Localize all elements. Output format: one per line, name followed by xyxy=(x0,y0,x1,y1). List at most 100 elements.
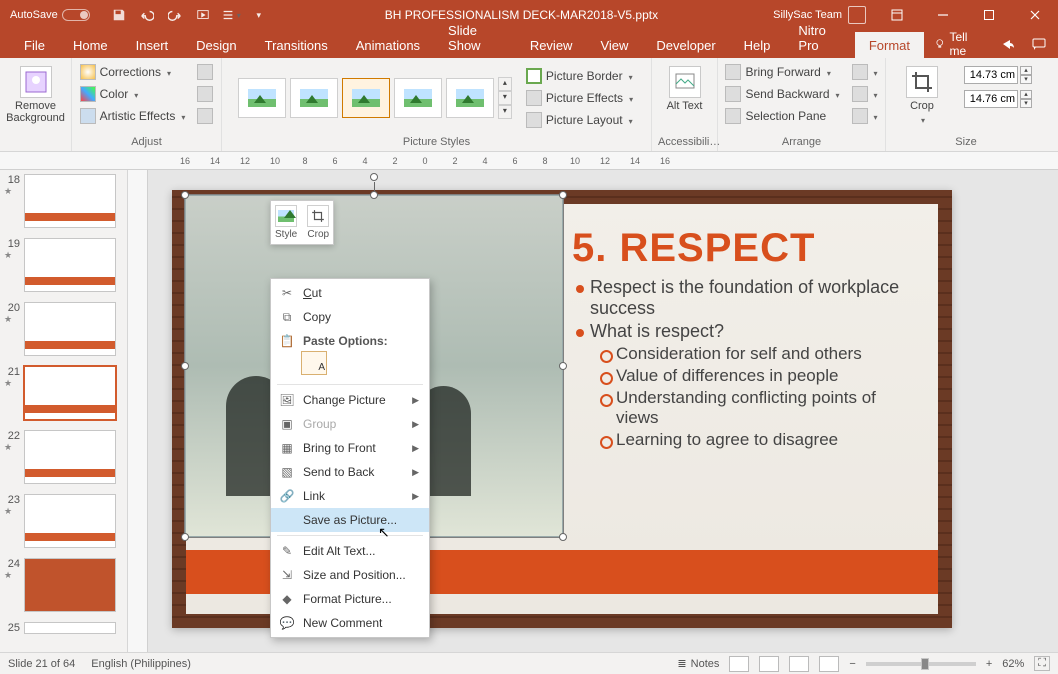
picture-border-button[interactable]: Picture Border xyxy=(522,66,637,86)
tab-review[interactable]: Review xyxy=(516,32,587,58)
ctx-size-and-position[interactable]: ⇲Size and Position... xyxy=(271,563,429,587)
view-reading-button[interactable] xyxy=(789,656,809,672)
corrections-button[interactable]: Corrections xyxy=(76,62,190,82)
autosave-toggle[interactable]: AutoSave xyxy=(0,9,100,21)
tab-design[interactable]: Design xyxy=(182,32,250,58)
maximize-button[interactable] xyxy=(966,0,1012,30)
send-backward-button[interactable]: Send Backward xyxy=(721,84,843,104)
view-sorter-button[interactable] xyxy=(759,656,779,672)
close-button[interactable] xyxy=(1012,0,1058,30)
picture-layout-button[interactable]: Picture Layout xyxy=(522,110,637,130)
tab-transitions[interactable]: Transitions xyxy=(251,32,342,58)
status-slide[interactable]: Slide 21 of 64 xyxy=(8,658,75,670)
ctx-save-as-picture[interactable]: Save as Picture... xyxy=(271,508,429,532)
thumb-21[interactable] xyxy=(24,366,116,420)
height-field[interactable] xyxy=(964,66,1018,84)
styles-more-button[interactable]: ▾ xyxy=(498,105,512,119)
remove-background-button[interactable]: Remove Background xyxy=(7,62,65,124)
status-language[interactable]: English (Philippines) xyxy=(91,658,191,670)
zoom-slider[interactable] xyxy=(866,662,976,666)
ctx-cut[interactable]: ✂Cut xyxy=(271,281,429,305)
picture-style-4[interactable] xyxy=(394,78,442,118)
width-up[interactable]: ▴ xyxy=(1020,90,1032,99)
zoom-slider-thumb[interactable] xyxy=(921,658,929,670)
ctx-bring-to-front[interactable]: ▦Bring to Front▶ xyxy=(271,436,429,460)
zoom-out-button[interactable]: − xyxy=(849,658,855,670)
tab-slideshow[interactable]: Slide Show xyxy=(434,17,516,58)
artistic-effects-button[interactable]: Artistic Effects xyxy=(76,106,190,126)
height-up[interactable]: ▴ xyxy=(1020,66,1032,75)
ctx-link[interactable]: 🔗Link▶ xyxy=(271,484,429,508)
tab-view[interactable]: View xyxy=(586,32,642,58)
zoom-in-button[interactable]: + xyxy=(986,658,992,670)
tell-me-search[interactable]: Tell me xyxy=(924,30,991,58)
thumb-22[interactable] xyxy=(24,430,116,484)
thumb-24[interactable] xyxy=(24,558,116,612)
ctx-new-comment[interactable]: 💬New Comment xyxy=(271,611,429,635)
save-icon[interactable] xyxy=(108,4,130,26)
autosave-switch[interactable] xyxy=(62,9,90,21)
crop-button[interactable]: Crop xyxy=(900,62,944,126)
width-down[interactable]: ▾ xyxy=(1020,99,1032,108)
reset-picture-button[interactable] xyxy=(193,106,217,126)
tab-home[interactable]: Home xyxy=(59,32,122,58)
slide-thumbnails[interactable]: 18★ 19★ 20★ 21★ 22★ 23★ 24★ 25 xyxy=(0,170,128,652)
picture-style-5[interactable] xyxy=(446,78,494,118)
rotate-handle[interactable] xyxy=(370,173,378,181)
change-picture-button[interactable] xyxy=(193,84,217,104)
picture-style-2[interactable] xyxy=(290,78,338,118)
selection-pane-button[interactable]: Selection Pane xyxy=(721,106,843,126)
ctx-format-picture[interactable]: ◆Format Picture... xyxy=(271,587,429,611)
thumb-23[interactable] xyxy=(24,494,116,548)
styles-scroll-up[interactable]: ▴ xyxy=(498,77,512,91)
notes-button[interactable]: ≣ Notes xyxy=(677,657,719,670)
thumb-20[interactable] xyxy=(24,302,116,356)
tab-developer[interactable]: Developer xyxy=(642,32,729,58)
picture-style-1[interactable] xyxy=(238,78,286,118)
tab-file[interactable]: File xyxy=(10,32,59,58)
tab-insert[interactable]: Insert xyxy=(122,32,183,58)
mini-crop-button[interactable]: Crop xyxy=(307,205,329,240)
tab-animations[interactable]: Animations xyxy=(342,32,434,58)
alt-text-button[interactable]: Alt Text xyxy=(656,62,714,112)
align-button[interactable] xyxy=(848,62,882,82)
thumb-19[interactable] xyxy=(24,238,116,292)
fit-to-window-button[interactable]: ⛶ xyxy=(1034,656,1050,671)
tab-help[interactable]: Help xyxy=(730,32,785,58)
thumb-18[interactable] xyxy=(24,174,116,228)
thumb-25[interactable] xyxy=(24,622,116,634)
undo-icon[interactable] xyxy=(136,4,158,26)
slide[interactable]: 5. RESPECT Respect is the foundation of … xyxy=(172,190,952,628)
minimize-button[interactable] xyxy=(920,0,966,30)
view-normal-button[interactable] xyxy=(729,656,749,672)
compress-pictures-button[interactable] xyxy=(193,62,217,82)
picture-effects-button[interactable]: Picture Effects xyxy=(522,88,637,108)
picture-style-3[interactable] xyxy=(342,78,390,118)
width-field[interactable] xyxy=(964,90,1018,108)
slide-text[interactable]: 5. RESPECT Respect is the foundation of … xyxy=(572,226,922,452)
color-button[interactable]: Color xyxy=(76,84,190,104)
qat-more-icon[interactable] xyxy=(220,4,242,26)
ctx-send-to-back[interactable]: ▧Send to Back▶ xyxy=(271,460,429,484)
styles-scroll-down[interactable]: ▾ xyxy=(498,91,512,105)
ctx-copy[interactable]: ⧉Copy xyxy=(271,305,429,329)
zoom-level[interactable]: 62% xyxy=(1002,658,1024,670)
tab-format[interactable]: Format xyxy=(855,32,924,58)
group-objects-button[interactable] xyxy=(848,84,882,104)
comments-button[interactable] xyxy=(1025,31,1052,57)
start-from-beginning-icon[interactable] xyxy=(192,4,214,26)
paste-option-keep-source[interactable]: A xyxy=(301,351,327,375)
rotate-button[interactable] xyxy=(848,106,882,126)
view-slideshow-button[interactable] xyxy=(819,656,839,672)
height-input[interactable]: ▴▾ xyxy=(948,66,1032,84)
height-down[interactable]: ▾ xyxy=(1020,75,1032,84)
redo-icon[interactable] xyxy=(164,4,186,26)
share-button[interactable] xyxy=(995,31,1022,57)
tab-nitropro[interactable]: Nitro Pro xyxy=(784,17,854,58)
ctx-edit-alt-text[interactable]: ✎Edit Alt Text... xyxy=(271,539,429,563)
slide-canvas[interactable]: 5. RESPECT Respect is the foundation of … xyxy=(128,170,1058,652)
width-input[interactable]: ▴▾ xyxy=(948,90,1032,108)
mini-style-button[interactable]: Style xyxy=(275,205,297,240)
qat-customize-icon[interactable]: ▾ xyxy=(248,4,270,26)
bring-forward-button[interactable]: Bring Forward xyxy=(721,62,843,82)
